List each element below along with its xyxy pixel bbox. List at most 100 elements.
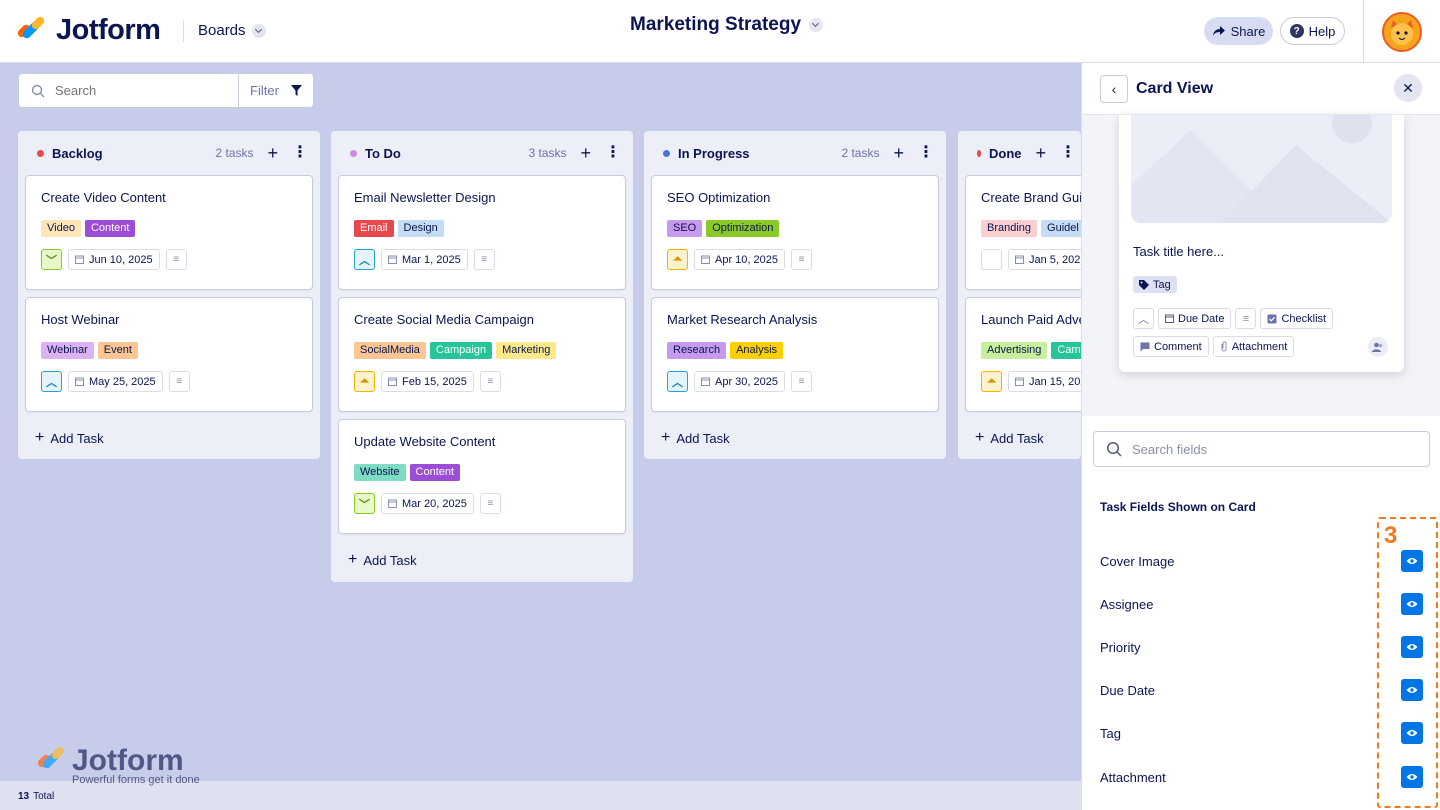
due-date-text: Jan 5, 2025 xyxy=(1029,253,1081,266)
add-task-button[interactable]: + Add Task xyxy=(965,419,1081,457)
field-search[interactable] xyxy=(1093,431,1430,467)
watermark-subtitle: Powerful forms get it done xyxy=(72,774,200,786)
priority-icon[interactable]: ⏶ xyxy=(667,249,688,270)
calendar-icon xyxy=(1015,255,1024,264)
add-icon[interactable]: + xyxy=(1035,144,1046,162)
back-button[interactable]: ‹ xyxy=(1100,74,1128,103)
description-icon[interactable]: ≡ xyxy=(165,249,187,270)
preview-tag-label: Tag xyxy=(1153,278,1171,291)
due-date[interactable]: Jan 15, 202 xyxy=(1008,371,1081,392)
priority-icon[interactable]: ﹀ xyxy=(41,249,62,270)
due-date[interactable]: Apr 30, 2025 xyxy=(694,371,785,392)
status-dot xyxy=(663,149,670,157)
task-card[interactable]: Launch Paid Adve Advertising Cam ⏶ Jan 15, 2… xyxy=(965,297,1081,412)
calendar-icon xyxy=(1165,314,1174,323)
filter-button[interactable]: Filter xyxy=(238,73,314,108)
priority-icon[interactable] xyxy=(981,249,1002,270)
due-date[interactable]: Feb 15, 2025 xyxy=(381,371,474,392)
priority-icon[interactable]: ⏶ xyxy=(354,371,375,392)
due-date-text: May 25, 2025 xyxy=(89,375,156,388)
task-card[interactable]: Create Video Content Video Content ﹀ Jun 10,… xyxy=(25,175,313,290)
column-to-do: To Do 3 tasks + ⋮ Email Newsletter Design Ema… xyxy=(331,131,633,582)
search-input[interactable] xyxy=(55,83,225,98)
task-meta: ︿ May 25, 2025 ≡ xyxy=(41,371,297,392)
priority-icon[interactable]: ︿ xyxy=(354,249,375,270)
preview-attachment: Attachment xyxy=(1212,336,1295,357)
priority-icon[interactable]: ⏶ xyxy=(981,371,1002,392)
add-task-button[interactable]: + Add Task xyxy=(25,419,313,457)
boards-dropdown[interactable]: Boards xyxy=(198,22,266,39)
more-options-icon[interactable]: ⋮ xyxy=(605,145,621,161)
due-date[interactable]: Apr 10, 2025 xyxy=(694,249,785,270)
task-card[interactable]: Email Newsletter Design Email Design ︿ Mar 1… xyxy=(338,175,626,290)
close-button[interactable]: ✕ xyxy=(1394,74,1422,102)
due-date-text: Feb 15, 2025 xyxy=(402,375,467,388)
add-icon[interactable]: + xyxy=(580,144,591,162)
description-icon[interactable]: ≡ xyxy=(791,371,812,392)
task-card[interactable]: Update Website Content Website Content ﹀ Mar… xyxy=(338,419,626,534)
add-task-button[interactable]: + Add Task xyxy=(338,541,626,579)
tag: Webinar xyxy=(41,342,94,359)
priority-icon[interactable]: ﹀ xyxy=(354,493,375,514)
due-date-text: Apr 30, 2025 xyxy=(715,375,778,388)
add-icon[interactable]: + xyxy=(893,144,904,162)
due-date[interactable]: Jun 10, 2025 xyxy=(68,249,160,270)
tag-list: Branding Guidel xyxy=(981,220,1081,237)
section-title: Task Fields Shown on Card xyxy=(1100,500,1256,514)
search-icon xyxy=(1106,441,1122,457)
task-title: Create Social Media Campaign xyxy=(354,312,534,327)
description-icon[interactable]: ≡ xyxy=(479,493,501,514)
due-date[interactable]: Mar 20, 2025 xyxy=(381,493,474,514)
calendar-icon xyxy=(701,377,710,386)
priority-icon[interactable]: ︿ xyxy=(667,371,688,392)
more-options-icon[interactable]: ⋮ xyxy=(292,145,308,161)
task-meta: Jan 5, 2025≡ xyxy=(981,249,1081,270)
board-title-dropdown[interactable]: Marketing Strategy xyxy=(630,14,824,36)
chevron-left-icon: ‹ xyxy=(1111,80,1117,97)
add-icon[interactable]: + xyxy=(267,144,278,162)
tag: SEO xyxy=(667,220,703,237)
calendar-icon xyxy=(75,255,84,264)
chevron-up-icon: ︿ xyxy=(1138,313,1149,326)
add-task-button[interactable]: + Add Task xyxy=(651,419,939,457)
board-search[interactable] xyxy=(18,73,239,108)
tag: Campaign xyxy=(429,342,493,359)
share-icon xyxy=(1212,26,1225,36)
column-header: Backlog 2 tasks + ⋮ xyxy=(25,131,313,175)
task-card[interactable]: Create Social Media Campaign SocialMedia C… xyxy=(338,297,626,412)
due-date[interactable]: Mar 1, 2025 xyxy=(381,249,468,270)
search-icon xyxy=(31,84,45,97)
field-search-input[interactable] xyxy=(1132,441,1402,457)
due-date-text: Mar 20, 2025 xyxy=(402,497,467,510)
task-card[interactable]: Create Brand Guide BrandingGuidel Jan 5, 2… xyxy=(965,175,1081,290)
jotform-logo[interactable]: Jotform xyxy=(16,14,161,47)
user-avatar[interactable] xyxy=(1382,12,1422,52)
description-icon[interactable]: ≡ xyxy=(473,249,495,270)
filter-icon xyxy=(290,85,302,96)
field-row-due-date: Due Date xyxy=(1100,678,1423,702)
task-card[interactable]: Host Webinar Webinar Event ︿ May 25, 2025 ≡ xyxy=(25,297,313,412)
priority-icon[interactable]: ︿ xyxy=(41,371,62,392)
preview-comment-label: Comment xyxy=(1154,340,1202,353)
task-title: Host Webinar xyxy=(41,312,120,327)
task-title: Launch Paid Adve xyxy=(981,312,1081,327)
description-icon[interactable]: ≡ xyxy=(168,371,190,392)
help-button[interactable]: ? Help xyxy=(1280,17,1345,45)
calendar-icon xyxy=(388,499,397,508)
comment-icon xyxy=(1140,342,1150,351)
tag: Cam xyxy=(1051,342,1081,359)
due-date[interactable]: Jan 5, 2025 xyxy=(1008,249,1081,270)
add-task-label: Add Task xyxy=(50,430,104,446)
task-count: 2 tasks xyxy=(215,146,254,160)
task-card[interactable]: SEO Optimization SEO Optimization ⏶ Apr 10, … xyxy=(651,175,939,290)
jotform-logo-icon xyxy=(36,745,66,776)
tag: Email xyxy=(354,220,394,237)
description-icon[interactable]: ≡ xyxy=(479,371,501,392)
more-options-icon[interactable]: ⋮ xyxy=(918,145,934,161)
description-icon[interactable]: ≡ xyxy=(791,249,812,270)
due-date[interactable]: May 25, 2025 xyxy=(68,371,163,392)
task-card[interactable]: Market Research Analysis Research Analysis… xyxy=(651,297,939,412)
preview-priority: ︿ xyxy=(1133,308,1154,329)
share-button[interactable]: Share xyxy=(1204,17,1273,45)
more-options-icon[interactable]: ⋮ xyxy=(1060,145,1076,161)
